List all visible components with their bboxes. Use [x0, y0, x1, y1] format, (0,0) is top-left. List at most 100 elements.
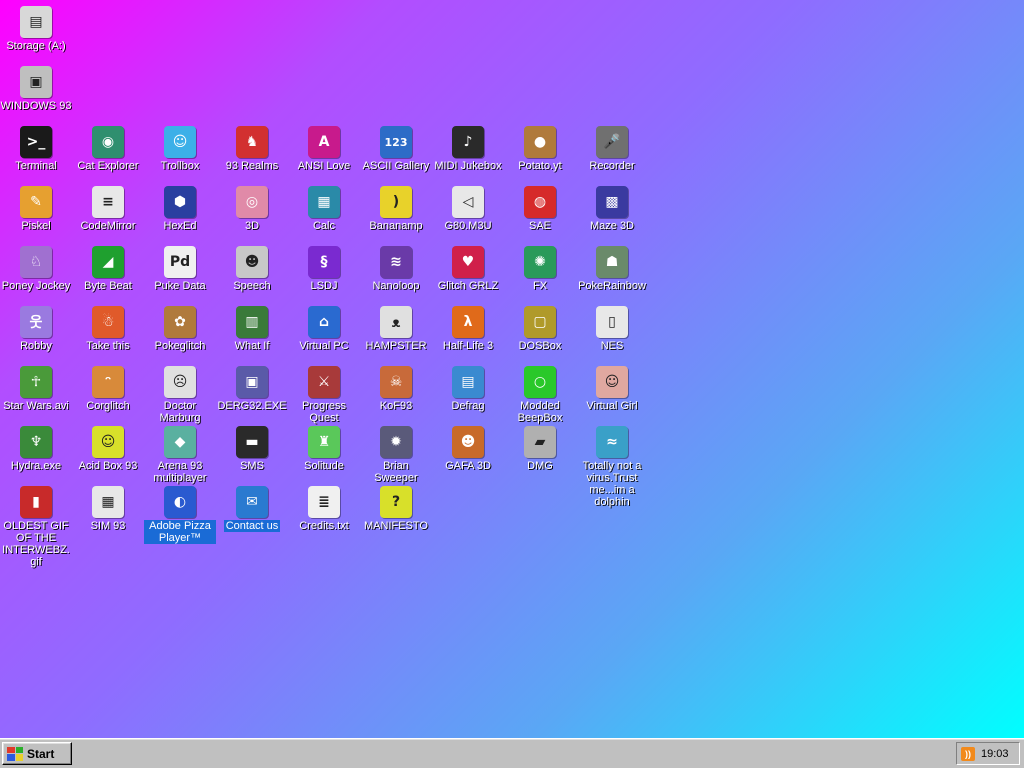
puke-data-icon: Pd	[164, 246, 196, 278]
desktop-icon[interactable]: ✎ Piskel	[0, 186, 72, 246]
desktop-icon[interactable]: ▯ NES	[576, 306, 648, 366]
desktop-icon[interactable]: ⌂ Virtual PC	[288, 306, 360, 366]
desktop-icon[interactable]: ▢ DOSBox	[504, 306, 576, 366]
desktop-icon[interactable]: >_ Terminal	[0, 126, 72, 186]
desktop-icon-label: Half-Life 3	[442, 340, 494, 352]
desktop-icon[interactable]: ◁ G80.M3U	[432, 186, 504, 246]
desktop-icon[interactable]: ♪ MIDI Jukebox	[432, 126, 504, 186]
taskbar: Start )) 19:03	[0, 738, 1024, 768]
desktop-icon[interactable]: ☗ PokeRainbow	[576, 246, 648, 306]
desktop-icon[interactable]: ᴥ HAMPSTER	[360, 306, 432, 366]
desktop-icon-label: NES	[600, 340, 624, 352]
desktop[interactable]: ▤ Storage (A:) ▣ WINDOWS 93 >_ Terminal ◉ Cat E…	[0, 0, 1024, 738]
rss-icon[interactable]: ))	[961, 746, 975, 761]
desktop-icon[interactable]: ▣ WINDOWS 93	[0, 66, 72, 126]
desktop-icon[interactable]: ▩ Maze 3D	[576, 186, 648, 246]
desktop-icon-label: Nanoloop	[372, 280, 420, 292]
desktop-icon[interactable]: ? MANIFESTO	[360, 486, 432, 546]
pizza-player-icon: ◐	[164, 486, 196, 518]
desktop-icon-label: Virtual Girl	[586, 400, 638, 412]
desktop-icon[interactable]: ☥ Star Wars.avi	[0, 366, 72, 426]
desktop-icon[interactable]: ☻ Speech	[216, 246, 288, 306]
desktop-icon[interactable]: 🎤 Recorder	[576, 126, 648, 186]
pokerainbow-icon: ☗	[596, 246, 628, 278]
arena-cube-icon: ◆	[164, 426, 196, 458]
desktop-icon[interactable]: ☺ Virtual Girl	[576, 366, 648, 426]
start-button[interactable]: Start	[2, 742, 72, 765]
storage-drive-icon: ▤	[20, 6, 52, 38]
desktop-icon[interactable]: λ Half-Life 3	[432, 306, 504, 366]
desktop-icon[interactable]: ✹ Brian Sweeper	[360, 426, 432, 486]
desktop-icon[interactable]: ▰ DMG	[504, 426, 576, 486]
desktop-icon[interactable]: ♆ Hydra.exe	[0, 426, 72, 486]
desktop-icon-label: Totally not a virus.Trust me...im a dolp…	[582, 460, 642, 508]
desktop-icon-label: Recorder	[589, 160, 635, 172]
desktop-icon[interactable]: ✉ Contact us	[216, 486, 288, 546]
desktop-icon[interactable]: ◢ Byte Beat	[72, 246, 144, 306]
speech-face-icon: ☻	[236, 246, 268, 278]
nanoloop-icon: ≋	[380, 246, 412, 278]
trollbox-icon: ☺	[164, 126, 196, 158]
desktop-icon[interactable]: Pd Puke Data	[144, 246, 216, 306]
desktop-icon[interactable]: ♞ 93 Realms	[216, 126, 288, 186]
desktop-icon[interactable]: ✿ Pokeglitch	[144, 306, 216, 366]
desktop-icon[interactable]: ◎ 3D	[216, 186, 288, 246]
desktop-icon[interactable]: 123 ASCII Gallery	[360, 126, 432, 186]
desktop-icon[interactable]: ▬ SMS	[216, 426, 288, 486]
desktop-icon[interactable]: ▣ DERG32.EXE	[216, 366, 288, 426]
desktop-icon[interactable]: ◆ Arena 93 multiplayer	[144, 426, 216, 486]
desktop-icon[interactable]: ☠ KoF93	[360, 366, 432, 426]
desktop-icon[interactable]: ♜ Solitude	[288, 426, 360, 486]
desktop-icon[interactable]: ● Potato.yt	[504, 126, 576, 186]
desktop-icon[interactable]: ▥ What If	[216, 306, 288, 366]
system-tray: )) 19:03	[956, 742, 1020, 765]
contact-icon: ✉	[236, 486, 268, 518]
desktop-icon[interactable]: ≡ CodeMirror	[72, 186, 144, 246]
desktop-icon[interactable]: ⬢ HexEd	[144, 186, 216, 246]
desktop-icon-label: HAMPSTER	[365, 340, 427, 352]
hexed-icon: ⬢	[164, 186, 196, 218]
banana-icon: )	[380, 186, 412, 218]
desktop-icon[interactable]: ᵔ Corglitch	[72, 366, 144, 426]
derg-exe-icon: ▣	[236, 366, 268, 398]
desktop-icon[interactable]: ▦ Calc	[288, 186, 360, 246]
desktop-icon[interactable]: § LSDJ	[288, 246, 360, 306]
acid-smiley-icon: ☺	[92, 426, 124, 458]
desktop-icon[interactable]: ○ Modded BeepBox	[504, 366, 576, 426]
desktop-icon[interactable]: ⚔ Progress Quest	[288, 366, 360, 426]
kof-fighter-icon: ☠	[380, 366, 412, 398]
microphone-icon: 🎤	[596, 126, 628, 158]
desktop-icon[interactable]: 웃 Robby	[0, 306, 72, 366]
desktop-icon[interactable]: ◍ SAE	[504, 186, 576, 246]
desktop-icon[interactable]: ▤ Storage (A:)	[0, 6, 72, 66]
desktop-icon[interactable]: ♘ Poney Jockey	[0, 246, 72, 306]
desktop-icon[interactable]: ☺ Trollbox	[144, 126, 216, 186]
desktop-icon[interactable]: ≈ Totally not a virus.Trust me...im a dol…	[576, 426, 648, 508]
what-if-icon: ▥	[236, 306, 268, 338]
desktop-icon[interactable]: ▮ OLDEST GIF OF THE INTERWEBZ.gif	[0, 486, 72, 568]
lsdj-icon: §	[308, 246, 340, 278]
desktop-icon[interactable]: ♥ Glitch GRLZ	[432, 246, 504, 306]
desktop-icon[interactable]: ✺ FX	[504, 246, 576, 306]
gif-file-icon: ▮	[20, 486, 52, 518]
desktop-icon[interactable]: ) Bananamp	[360, 186, 432, 246]
desktop-icon[interactable]: ☺ Acid Box 93	[72, 426, 144, 486]
desktop-icon-label: ANSI Love	[297, 160, 351, 172]
desktop-icon[interactable]: ≣ Credits.txt	[288, 486, 360, 546]
desktop-icon[interactable]: ◉ Cat Explorer	[72, 126, 144, 186]
desktop-icon-label: 93 Realms	[225, 160, 279, 172]
desktop-icon[interactable]: ☻ GAFA 3D	[432, 426, 504, 486]
cat-explorer-icon: ◉	[92, 126, 124, 158]
desktop-icon[interactable]: ☃ Take this	[72, 306, 144, 366]
desktop-icon-label: Cat Explorer	[77, 160, 139, 172]
desktop-icon[interactable]: ≋ Nanoloop	[360, 246, 432, 306]
virtual-girl-icon: ☺	[596, 366, 628, 398]
desktop-icon[interactable]: ▦ SIM 93	[72, 486, 144, 546]
desktop-icon[interactable]: A ANSI Love	[288, 126, 360, 186]
fx-atom-icon: ✺	[524, 246, 556, 278]
desktop-icon[interactable]: ◐ Adobe Pizza Player™	[144, 486, 216, 546]
desktop-icon[interactable]: ▤ Defrag	[432, 366, 504, 426]
desktop-icon-label: Acid Box 93	[78, 460, 138, 472]
desktop-icon-label: DMG	[527, 460, 553, 472]
desktop-icon[interactable]: ☹ Doctor Marburg	[144, 366, 216, 426]
